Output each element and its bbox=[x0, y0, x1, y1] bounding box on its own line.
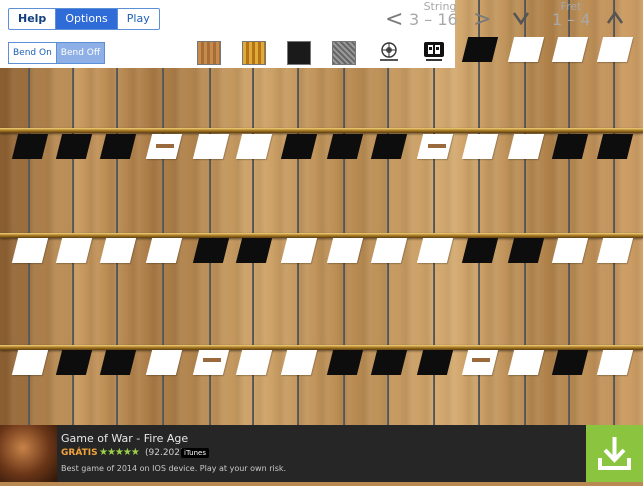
note-key[interactable] bbox=[192, 350, 230, 375]
play-tab[interactable]: Play bbox=[118, 9, 159, 29]
note-key[interactable] bbox=[461, 350, 499, 375]
bend-segmented-control: Bend On Bend Off bbox=[8, 42, 106, 64]
note-key[interactable] bbox=[192, 134, 230, 159]
note-key[interactable] bbox=[145, 350, 183, 375]
fret-bar bbox=[0, 233, 643, 238]
top-menu-segmented-control: Help Options Play bbox=[8, 8, 160, 30]
string-next-button[interactable]: > bbox=[473, 9, 491, 31]
string-range-value: 3 – 16 bbox=[409, 10, 458, 29]
bend-off-button[interactable]: Bend Off bbox=[56, 43, 105, 63]
fret-range-control: Fret 1 – 4 bbox=[512, 0, 630, 36]
string-range-control: String < 3 – 16 > bbox=[385, 0, 495, 36]
note-key[interactable] bbox=[370, 134, 408, 159]
note-key[interactable] bbox=[192, 238, 230, 263]
light-wood-texture[interactable] bbox=[197, 41, 221, 65]
golden-wood-texture[interactable] bbox=[242, 41, 266, 65]
ad-price: GRÁTIS bbox=[61, 448, 98, 458]
note-key[interactable] bbox=[507, 350, 545, 375]
note-key[interactable] bbox=[370, 238, 408, 263]
note-key[interactable] bbox=[55, 238, 93, 263]
note-key[interactable] bbox=[11, 350, 49, 375]
note-key[interactable] bbox=[326, 350, 364, 375]
note-key[interactable] bbox=[551, 37, 589, 62]
note-key[interactable] bbox=[55, 134, 93, 159]
black-texture[interactable] bbox=[287, 41, 311, 65]
note-key[interactable] bbox=[326, 238, 364, 263]
note-key[interactable] bbox=[416, 238, 454, 263]
note-key[interactable] bbox=[280, 134, 318, 159]
note-key[interactable] bbox=[596, 37, 634, 62]
ad-title: Game of War - Fire Age bbox=[61, 432, 189, 445]
string-prev-button[interactable]: < bbox=[385, 9, 403, 31]
ad-rating-count: (92.202) bbox=[145, 448, 184, 458]
note-key[interactable] bbox=[507, 37, 545, 62]
ad-description: Best game of 2014 on IOS device. Play at… bbox=[61, 464, 287, 473]
fret-marker bbox=[472, 358, 490, 362]
note-key[interactable] bbox=[326, 134, 364, 159]
fret-bar bbox=[0, 345, 643, 350]
note-key[interactable] bbox=[99, 134, 137, 159]
help-tab[interactable]: Help bbox=[9, 9, 57, 29]
note-key[interactable] bbox=[11, 134, 49, 159]
fret-bar bbox=[0, 128, 643, 133]
ad-rating-stars: ★★★★★ bbox=[99, 447, 140, 458]
fret-marker bbox=[203, 358, 221, 362]
ad-banner[interactable]: Game of War - Fire Age GRÁTIS ★★★★★ (92.… bbox=[0, 425, 643, 482]
options-tab[interactable]: Options bbox=[56, 9, 118, 29]
fret-down-button[interactable] bbox=[512, 9, 530, 31]
fret-up-button[interactable] bbox=[606, 9, 624, 31]
note-key[interactable] bbox=[461, 238, 499, 263]
note-key[interactable] bbox=[461, 37, 499, 62]
bend-on-button[interactable]: Bend On bbox=[9, 43, 57, 63]
note-key[interactable] bbox=[370, 350, 408, 375]
note-key[interactable] bbox=[551, 350, 589, 375]
note-key[interactable] bbox=[235, 238, 273, 263]
download-icon bbox=[598, 437, 631, 470]
note-key[interactable] bbox=[551, 238, 589, 263]
note-key[interactable] bbox=[551, 134, 589, 159]
note-key[interactable] bbox=[11, 238, 49, 263]
note-key[interactable] bbox=[596, 134, 634, 159]
note-key[interactable] bbox=[280, 238, 318, 263]
note-key[interactable] bbox=[99, 350, 137, 375]
fret-range-value: 1 – 4 bbox=[552, 10, 591, 29]
note-key[interactable] bbox=[145, 238, 183, 263]
gray-metal-texture[interactable] bbox=[332, 41, 356, 65]
note-key[interactable] bbox=[235, 350, 273, 375]
ad-game-icon[interactable] bbox=[0, 425, 57, 482]
fret-marker bbox=[156, 144, 174, 148]
note-key[interactable] bbox=[596, 238, 634, 263]
note-key[interactable] bbox=[596, 350, 634, 375]
note-key[interactable] bbox=[507, 238, 545, 263]
download-button[interactable] bbox=[586, 425, 643, 482]
itunes-badge: iTunes bbox=[181, 448, 209, 458]
fret-marker bbox=[428, 144, 446, 148]
maestro-logo-icon[interactable] bbox=[377, 41, 401, 63]
pa-logo-icon[interactable] bbox=[423, 41, 445, 63]
note-key[interactable] bbox=[416, 350, 454, 375]
note-key[interactable] bbox=[235, 134, 273, 159]
note-key[interactable] bbox=[461, 134, 499, 159]
note-key[interactable] bbox=[99, 238, 137, 263]
note-key[interactable] bbox=[55, 350, 93, 375]
note-key[interactable] bbox=[280, 350, 318, 375]
note-key[interactable] bbox=[507, 134, 545, 159]
